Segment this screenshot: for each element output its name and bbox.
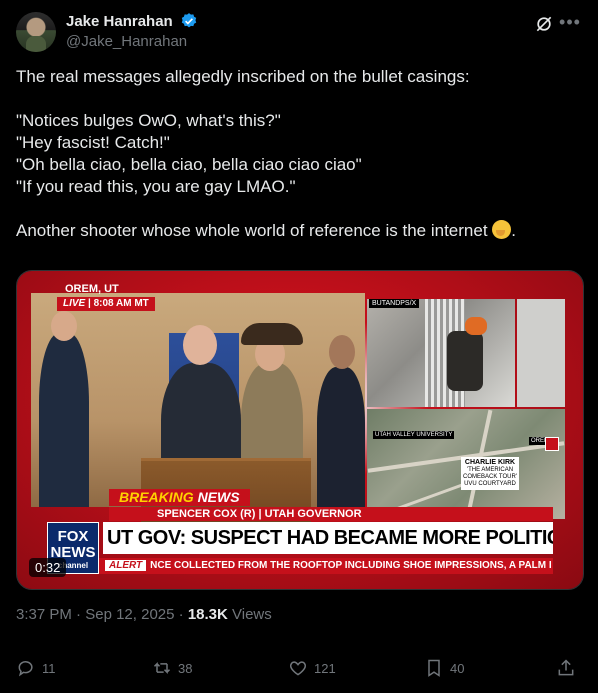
tweet-line: Another shooter whose whole world of ref… — [16, 220, 582, 242]
tweet-line-end: . — [511, 221, 517, 240]
tweet-time[interactable]: 3:37 PM — [16, 606, 72, 623]
cam-source-label: BUTANDPS/X — [369, 299, 420, 308]
yawning-face-emoji-icon — [492, 220, 512, 239]
author-handle[interactable]: @Jake_Hanrahan — [66, 33, 198, 50]
video-duration: 0:32 — [29, 558, 67, 577]
more-options-icon[interactable]: ••• — [558, 12, 582, 36]
bookmark-count: 40 — [450, 660, 465, 676]
news-ticker: ALERT NCE COLLECTED FROM THE ROOFTOP INCL… — [99, 558, 553, 574]
tweet-line: "Notices bulges OwO, what's this?" — [16, 111, 281, 130]
suspect-figure — [447, 331, 483, 391]
location-label: OREM, UT — [65, 283, 119, 295]
tweet-line: "Oh bella ciao, bella ciao, bella ciao c… — [16, 155, 362, 174]
author-display-name[interactable]: Jake Hanrahan — [66, 13, 173, 30]
tweet-line: "Hey fascist! Catch!" — [16, 133, 170, 152]
views-label: Views — [232, 606, 272, 623]
avatar[interactable] — [16, 12, 56, 52]
tweet-text: The real messages allegedly inscribed on… — [16, 66, 582, 242]
share-icon — [558, 659, 574, 676]
view-count: 18.3K — [187, 606, 228, 623]
repost-icon — [153, 662, 171, 674]
video-player[interactable]: OREM, UT LIVE | 8:08 AM MT BUTANDPS/X UT… — [16, 270, 584, 590]
speaker-lower-third: SPENCER COX (R) | UTAH GOVERNOR — [109, 507, 553, 521]
tweet-line: The real messages allegedly inscribed on… — [16, 67, 470, 86]
person-right — [317, 367, 365, 507]
tweet-header: Jake Hanrahan @Jake_Hanrahan ••• — [16, 12, 582, 56]
tweet-line: "If you read this, you are gay LMAO." — [16, 177, 296, 196]
heart-icon — [289, 661, 307, 676]
repost-button[interactable]: 38 — [152, 654, 192, 682]
like-button[interactable]: 121 — [288, 654, 336, 682]
map-label: UTAH VALLEY UNIVERSITY — [373, 431, 455, 439]
like-count: 121 — [314, 660, 336, 676]
repost-count: 38 — [178, 660, 193, 676]
tweet-meta: 3:37 PM · Sep 12, 2025 · 18.3K Views — [16, 606, 272, 623]
reply-button[interactable]: 11 — [16, 654, 56, 682]
share-button[interactable] — [556, 654, 582, 682]
live-bar: LIVE | 8:08 AM MT — [57, 297, 155, 311]
grok-icon[interactable] — [534, 14, 554, 34]
cowboy-hat — [241, 323, 303, 345]
bookmark-icon — [428, 659, 440, 677]
press-conference-scene — [31, 293, 365, 536]
verified-badge-icon — [181, 13, 197, 28]
person-left — [39, 333, 89, 507]
reply-count: 11 — [42, 660, 56, 676]
bookmark-button[interactable]: 40 — [424, 654, 464, 682]
map-pin-icon — [545, 437, 559, 451]
headline-chyron: UT GOV: SUSPECT HAD BECAME MORE POLITICA… — [103, 522, 553, 554]
tweet-date[interactable]: Sep 12, 2025 — [85, 606, 174, 623]
tweet-line-text: Another shooter whose whole world of ref… — [16, 221, 488, 240]
reply-icon — [18, 661, 33, 677]
breaking-news-banner: BREAKING NEWS — [109, 489, 250, 506]
action-bar: 11 38 121 40 — [16, 654, 582, 682]
author-block: Jake Hanrahan @Jake_Hanrahan — [66, 12, 198, 50]
map-event-label: CHARLIE KIRK 'THE AMERICAN COMEBACK TOUR… — [461, 457, 519, 490]
